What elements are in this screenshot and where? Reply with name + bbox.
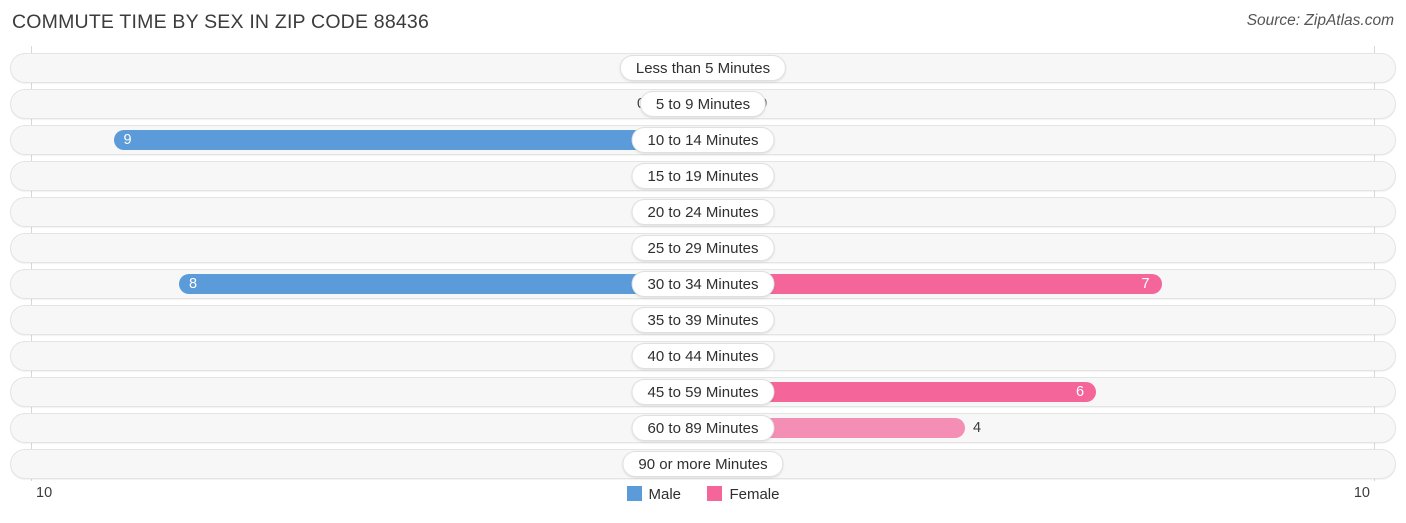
table-row[interactable]: 0040 to 44 Minutes xyxy=(10,341,1396,371)
bar-value-male: 9 xyxy=(123,132,132,148)
category-label: 10 to 14 Minutes xyxy=(631,127,775,153)
table-row[interactable]: 0015 to 19 Minutes xyxy=(10,161,1396,191)
category-label: 20 to 24 Minutes xyxy=(631,199,775,225)
category-label: 90 or more Minutes xyxy=(622,451,784,477)
chart-legend: Male Female xyxy=(0,486,1406,504)
bar-value-male: 8 xyxy=(189,276,198,292)
category-label: 5 to 9 Minutes xyxy=(639,91,767,117)
bar-value-female: 6 xyxy=(1076,384,1085,400)
table-row[interactable]: 00Less than 5 Minutes xyxy=(10,53,1396,83)
legend-swatch-female-icon xyxy=(707,486,723,502)
legend-swatch-male-icon xyxy=(626,486,642,502)
legend-label-male: Male xyxy=(648,486,682,504)
table-row[interactable]: 0035 to 39 Minutes xyxy=(10,305,1396,335)
category-label: 25 to 29 Minutes xyxy=(631,235,775,261)
chart-header: COMMUTE TIME BY SEX IN ZIP CODE 88436 So… xyxy=(0,0,1406,46)
category-label: 45 to 59 Minutes xyxy=(631,379,775,405)
category-label: 30 to 34 Minutes xyxy=(631,271,775,297)
table-row[interactable]: 8 7 30 to 34 Minutes xyxy=(10,269,1396,299)
category-label: 40 to 44 Minutes xyxy=(631,343,775,369)
legend-label-female: Female xyxy=(729,486,780,504)
table-row[interactable]: 0025 to 29 Minutes xyxy=(10,233,1396,263)
category-label: 60 to 89 Minutes xyxy=(631,415,775,441)
table-row[interactable]: 0645 to 59 Minutes xyxy=(10,377,1396,407)
chart-footer: 10 10 Male Female xyxy=(0,481,1406,523)
bar-male[interactable] xyxy=(179,274,703,294)
table-row[interactable]: 005 to 9 Minutes xyxy=(10,89,1396,119)
chart-plot-area: 00Less than 5 Minutes 005 to 9 Minutes 901… xyxy=(0,46,1406,481)
legend-item-male[interactable]: Male xyxy=(626,486,682,504)
legend-item-female[interactable]: Female xyxy=(707,486,780,504)
table-row[interactable]: 9010 to 14 Minutes xyxy=(10,125,1396,155)
category-label: 35 to 39 Minutes xyxy=(631,307,775,333)
category-label: Less than 5 Minutes xyxy=(619,55,787,81)
page-title: COMMUTE TIME BY SEX IN ZIP CODE 88436 xyxy=(12,11,430,33)
bar-value-female: 4 xyxy=(973,420,982,436)
source-attribution: Source: ZipAtlas.com xyxy=(1246,12,1394,29)
bar-male[interactable] xyxy=(113,130,703,150)
table-row[interactable]: 0020 to 24 Minutes xyxy=(10,197,1396,227)
table-row[interactable]: 0460 to 89 Minutes xyxy=(10,413,1396,443)
table-row[interactable]: 0090 or more Minutes xyxy=(10,449,1396,479)
bar-value-female: 7 xyxy=(1141,276,1150,292)
category-label: 15 to 19 Minutes xyxy=(631,163,775,189)
